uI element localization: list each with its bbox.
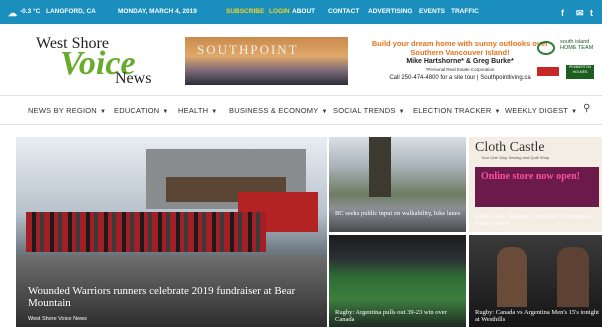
ad-badge-green: PEMBERTON HOLMES — [566, 65, 594, 79]
facebook-icon[interactable]: f — [561, 8, 564, 18]
home-team-logo-icon — [537, 41, 555, 55]
story-headline[interactable]: Cloth Castle looking forward to Ceremoni… — [475, 213, 601, 227]
story-headline[interactable]: Rugby: Canada vs Argentina Men's 15's to… — [475, 309, 601, 323]
featured-story[interactable]: Wounded Warriors runners celebrate 2019 … — [16, 137, 327, 327]
story-tile[interactable]: BC seeks public input on walkability, bi… — [329, 137, 466, 232]
advertising-link[interactable]: ADVERTISING — [368, 8, 412, 15]
nav-label: WEEKLY DIGEST — [505, 106, 569, 115]
date-label: MONDAY, MARCH 4, 2019 — [118, 8, 197, 15]
ad-badge-red — [537, 67, 559, 76]
nav-health[interactable]: HEALTH ▼ — [178, 106, 217, 115]
chevron-down-icon: ▼ — [99, 109, 107, 115]
ad-banner[interactable]: SOUTHPOINT Build your dream home with su… — [185, 37, 600, 85]
top-bar: ☁ -0.3 °C LANGFORD, CA MONDAY, MARCH 4, … — [0, 0, 602, 24]
weather-icon: ☁ — [8, 8, 17, 18]
photo-player-right — [557, 247, 589, 307]
about-link[interactable]: ABOUT — [292, 8, 315, 15]
ad-brand: SOUTHPOINT — [197, 42, 299, 57]
email-icon[interactable]: ✉ — [576, 8, 584, 19]
events-link[interactable]: EVENTS — [419, 8, 445, 15]
cloth-castle-tagline: Your One Stop Sewing and Quilt Shop — [481, 155, 550, 160]
cloth-castle-logo: Cloth Castle — [475, 140, 545, 155]
story-tile[interactable]: Rugby: Canada vs Argentina Men's 15's to… — [469, 235, 602, 327]
ad-headline: Build your dream home with sunny outlook… — [371, 39, 549, 57]
ad-call: Call 250-474-4800 for a site tour | Sout… — [389, 75, 531, 81]
story-tile[interactable]: Rugby: Argentina pulls out 39-23 win ove… — [329, 235, 466, 327]
ad-agents-note: *Personal Real Estate Corporation — [425, 67, 495, 72]
nav-label: ELECTION TRACKER — [413, 106, 492, 115]
promo-text: Online store now open! — [481, 171, 580, 182]
chevron-down-icon: ▼ — [321, 109, 328, 115]
nav-label: NEWS BY REGION — [28, 106, 97, 115]
story-headline[interactable]: BC seeks public input on walkability, bi… — [335, 210, 461, 217]
nav-label: SOCIAL TRENDS — [333, 106, 396, 115]
logo-line3: News — [115, 70, 152, 87]
chevron-down-icon: ▼ — [211, 109, 218, 115]
story-tile[interactable]: Cloth Castle Your One Stop Sewing and Qu… — [469, 137, 602, 232]
location-label: LANGFORD, CA — [46, 8, 96, 15]
chevron-down-icon: ▼ — [398, 109, 405, 115]
nav-social-trends[interactable]: SOCIAL TRENDS ▼ — [333, 106, 405, 115]
featured-source: West Shore Voice News — [28, 316, 87, 322]
weather-temp: -0.3 °C — [20, 8, 41, 15]
featured-headline[interactable]: Wounded Warriors runners celebrate 2019 … — [28, 285, 308, 309]
nav-education[interactable]: EDUCATION ▼ — [114, 106, 169, 115]
story-headline[interactable]: Rugby: Argentina pulls out 39-23 win ove… — [335, 309, 461, 323]
chevron-down-icon: ▼ — [494, 109, 501, 115]
nav-election-tracker[interactable]: ELECTION TRACKER ▼ — [413, 106, 501, 115]
traffic-link[interactable]: TRAFFIC — [451, 8, 479, 15]
nav-news-by-region[interactable]: NEWS BY REGION ▼ — [28, 106, 106, 115]
nav-weekly-digest[interactable]: WEEKLY DIGEST ▼ — [505, 106, 577, 115]
search-icon[interactable]: ⚲ — [583, 103, 590, 114]
photo-crowd — [26, 212, 266, 252]
ad-agents: Mike Hartshorne* & Greg Burke* — [406, 58, 514, 65]
login-link[interactable]: LOGIN — [269, 8, 290, 15]
photo-player-left — [497, 247, 527, 307]
ad-team: south island HOME TEAM — [560, 39, 594, 51]
nav-business-economy[interactable]: BUSINESS & ECONOMY ▼ — [229, 106, 328, 115]
chevron-down-icon: ▼ — [571, 109, 578, 115]
subscribe-link[interactable]: SUBSCRIBE — [226, 8, 264, 15]
twitter-icon[interactable]: t — [590, 8, 593, 18]
main-nav: NEWS BY REGION ▼ EDUCATION ▼ HEALTH ▼ BUSIN… — [0, 95, 602, 125]
nav-label: BUSINESS & ECONOMY — [229, 106, 319, 115]
ad-photo: SOUTHPOINT — [185, 37, 348, 85]
photo-tree — [369, 137, 391, 197]
contact-link[interactable]: CONTACT — [328, 8, 359, 15]
nav-label: EDUCATION — [114, 106, 160, 115]
nav-label: HEALTH — [178, 106, 209, 115]
site-logo[interactable]: West Shore Voice News — [20, 33, 170, 93]
chevron-down-icon: ▼ — [162, 109, 169, 115]
